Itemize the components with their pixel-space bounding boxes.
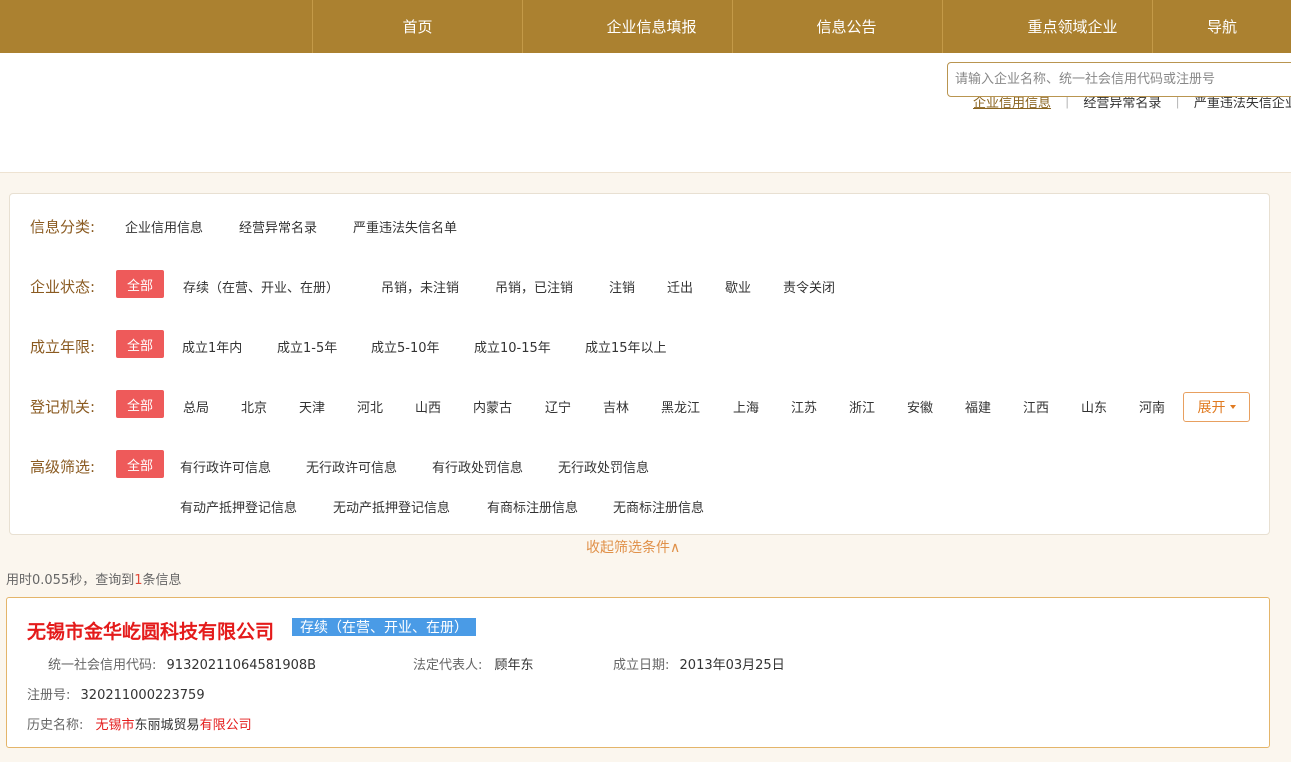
founded-row: 成立日期: 2013年03月25日 [613,654,785,673]
filter-advanced-all[interactable]: 全部 [116,450,164,478]
credit-code-value: 91320211064581908B [166,658,317,673]
nav-navigation[interactable]: 导航 [1152,0,1291,53]
top-nav: 首页 企业信息填报 信息公告 重点领域企业 导航 [0,0,1291,53]
nav-home[interactable]: 首页 [312,0,522,53]
filter-authority-all[interactable]: 全部 [116,390,164,418]
filter-status-active[interactable]: 存续（在营、开业、在册） [183,277,339,296]
filter-panel: 信息分类: 企业信用信息 经营异常名录 严重违法失信名单 企业状态: 全部 存续… [9,193,1270,535]
filter-advanced-item[interactable]: 有动产抵押登记信息 [180,497,297,516]
filter-years-5-10[interactable]: 成立5-10年 [371,337,440,356]
founded-value: 2013年03月25日 [679,658,785,673]
filter-years-all[interactable]: 全部 [116,330,164,358]
filter-advanced-item[interactable]: 无动产抵押登记信息 [333,497,450,516]
filter-authority-item[interactable]: 黑龙江 [661,397,700,416]
filter-authority-item[interactable]: 山西 [415,397,441,416]
filter-authority-item[interactable]: 总局 [183,397,209,416]
filter-status-revoked-unregistered[interactable]: 吊销，未注销 [381,277,459,296]
history-part: 无锡市 [95,718,135,733]
filter-authority-item[interactable]: 河南 [1139,397,1165,416]
filter-category-violation[interactable]: 严重违法失信名单 [353,217,457,236]
filter-advanced-item[interactable]: 无行政处罚信息 [558,457,649,476]
filter-authority-item[interactable]: 江西 [1023,397,1049,416]
filter-status-all[interactable]: 全部 [116,270,164,298]
filter-authority-item[interactable]: 江苏 [791,397,817,416]
result-card: 无锡市金华屹圆科技有限公司 存续（在营、开业、在册） 统一社会信用代码: 913… [6,597,1270,748]
history-part: 有限公司 [199,718,252,733]
stats-count: 1 [134,573,143,588]
filter-authority-item[interactable]: 河北 [357,397,383,416]
filter-authority-item[interactable]: 北京 [241,397,267,416]
filter-advanced-item[interactable]: 有商标注册信息 [487,497,578,516]
query-stats: 用时0.055秒，查询到1条信息 [6,569,182,588]
company-name-link[interactable]: 无锡市金华屹圆科技有限公司 [27,617,274,644]
filter-authority-item[interactable]: 浙江 [849,397,875,416]
stats-suffix: 条信息 [142,573,182,588]
filter-authority-item[interactable]: 天津 [299,397,325,416]
credit-code-label: 统一社会信用代码: [48,658,157,673]
expand-label: 展开 [1197,400,1226,416]
filter-advanced-item[interactable]: 无行政许可信息 [306,457,397,476]
search-input[interactable] [947,62,1291,97]
history-name-row: 历史名称: 无锡市东丽城贸易有限公司 [27,714,252,733]
filter-status-ordered-closed[interactable]: 责令关闭 [783,277,835,296]
filter-category-credit[interactable]: 企业信用信息 [125,217,203,236]
filter-authority-item[interactable]: 上海 [733,397,759,416]
filter-authority-item[interactable]: 吉林 [603,397,629,416]
legal-rep-value: 顾年东 [494,658,534,673]
filter-advanced-item[interactable]: 无商标注册信息 [613,497,704,516]
filter-authority-item[interactable]: 福建 [965,397,991,416]
nav-announcement[interactable]: 信息公告 [732,0,942,53]
filter-status-closed[interactable]: 歇业 [725,277,751,296]
filter-label-status: 企业状态: [30,278,96,296]
legal-rep-label: 法定代表人: [413,658,483,673]
filter-category-abnormal[interactable]: 经营异常名录 [239,217,317,236]
expand-button[interactable]: 展开 [1183,392,1250,422]
filter-label-authority: 登记机关: [30,398,96,416]
filter-status-cancelled[interactable]: 注销 [609,277,635,296]
filter-years-10-15[interactable]: 成立10-15年 [474,337,551,356]
filter-years-1[interactable]: 成立1年内 [182,337,242,356]
filter-status-revoked-registered[interactable]: 吊销，已注销 [495,277,573,296]
history-part: 东丽城贸易 [134,718,200,733]
stats-prefix: 用时0.055秒，查询到 [6,573,135,588]
legal-rep-row: 法定代表人: 顾年东 [413,654,534,673]
collapse-filters-link[interactable]: 收起筛选条件∧ [586,537,680,557]
filter-status-moved-out[interactable]: 迁出 [667,277,693,296]
reg-no-label: 注册号: [27,688,71,703]
filter-authority-item[interactable]: 辽宁 [545,397,571,416]
filter-advanced-item[interactable]: 有行政处罚信息 [432,457,523,476]
founded-label: 成立日期: [613,658,670,673]
filter-label-advanced: 高级筛选: [30,458,96,476]
filter-advanced-item[interactable]: 有行政许可信息 [180,457,271,476]
caret-down-icon [1229,405,1236,409]
filter-label-category: 信息分类: [30,218,96,236]
reg-no-value: 320211000223759 [80,688,205,703]
filter-authority-item[interactable]: 山东 [1081,397,1107,416]
status-badge: 存续（在营、开业、在册） [292,618,476,636]
history-name-value: 无锡市东丽城贸易有限公司 [96,718,252,733]
filter-years-15plus[interactable]: 成立15年以上 [585,337,667,356]
filter-authority-item[interactable]: 内蒙古 [473,397,512,416]
credit-code-row: 统一社会信用代码: 91320211064581908B [48,654,316,673]
filter-years-1-5[interactable]: 成立1-5年 [277,337,337,356]
reg-no-row: 注册号: 320211000223759 [27,684,205,703]
history-label: 历史名称: [27,718,84,733]
filter-authority-item[interactable]: 安徽 [907,397,933,416]
nav-info-report[interactable]: 企业信息填报 [522,0,732,53]
nav-key-enterprises[interactable]: 重点领域企业 [942,0,1152,53]
filter-label-years: 成立年限: [30,338,96,356]
